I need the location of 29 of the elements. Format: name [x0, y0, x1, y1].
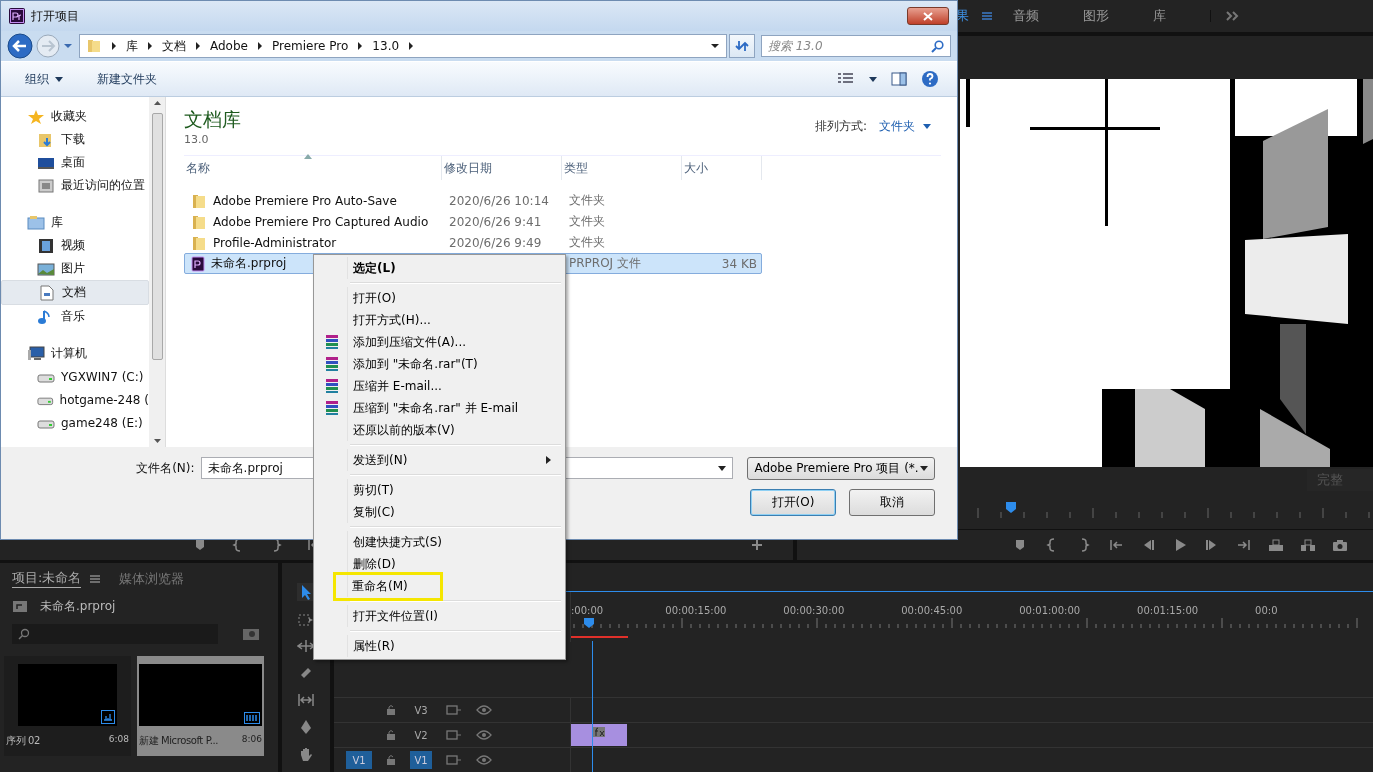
- file-type: PRPROJ 文件: [569, 255, 641, 272]
- timecode-label: 00:01:15:00: [1137, 605, 1200, 616]
- file-size: 34 KB: [721, 256, 757, 271]
- media-name: 新建 Microsoft P...: [139, 734, 219, 748]
- library-title: 文档库: [184, 106, 241, 132]
- file-date: 2020/6/26 9:49: [449, 235, 542, 250]
- timecode-label: 00:00:15:00: [665, 605, 728, 616]
- timecode-label: 00:0: [1255, 605, 1279, 616]
- file-name-label: 文件名(N):: [135, 459, 196, 477]
- file-type: 文件夹: [569, 213, 605, 230]
- project-file-name: 未命名.prproj: [40, 597, 116, 615]
- timecode-label: :00:00: [571, 605, 605, 616]
- media-duration: 6:08: [108, 734, 129, 746]
- file-name: Profile-Administrator: [213, 235, 337, 250]
- media-name: 序列 02: [6, 734, 40, 748]
- file-type: 文件夹: [569, 192, 605, 209]
- file-type: 文件夹: [569, 234, 605, 251]
- timecode-label: 00:01:00:00: [1019, 605, 1082, 616]
- file-date: 2020/6/26 9:41: [449, 214, 542, 229]
- file-name: 未命名.prproj: [211, 255, 287, 272]
- window-title: 打开项目: [31, 7, 79, 25]
- file-name: Adobe Premiere Pro Auto-Save: [213, 193, 397, 208]
- arrange-by-label: 排列方式:: [814, 117, 867, 135]
- timecode-label: 00:00:45:00: [901, 605, 964, 616]
- media-duration: 8:06: [241, 734, 262, 746]
- file-date: 2020/6/26 10:14: [449, 193, 549, 208]
- timecode-label: 00:00:30:00: [783, 605, 846, 616]
- file-name: Adobe Premiere Pro Captured Audio: [213, 214, 429, 229]
- library-subtitle: 13.0: [184, 132, 210, 146]
